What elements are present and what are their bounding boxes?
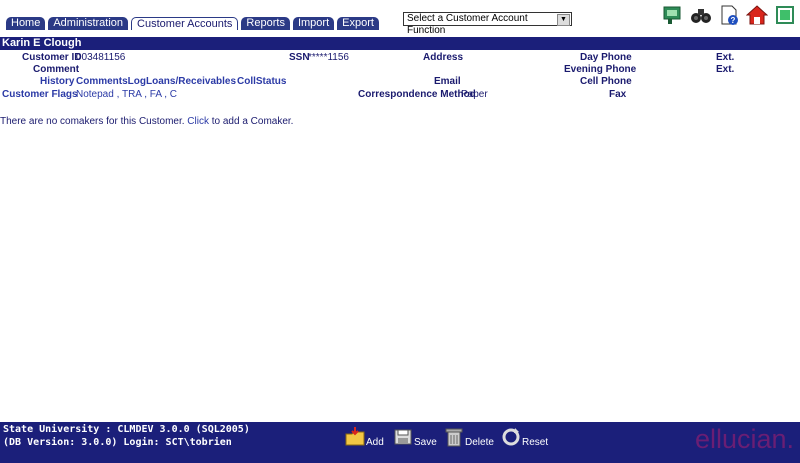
customer-id-value: 003481156 <box>76 52 126 63</box>
delete-button-label: Delete <box>465 437 494 448</box>
email-label: Email <box>434 76 461 87</box>
save-button-label: Save <box>414 437 437 448</box>
evening-ext-label: Ext. <box>716 64 735 75</box>
ssn-value: *****1156 <box>308 52 349 63</box>
day-phone-label: Day Phone <box>580 52 632 63</box>
ssn-label: SSN <box>289 52 310 63</box>
correspondence-method-value: Paper <box>461 89 488 100</box>
add-button[interactable]: Add <box>344 426 384 448</box>
system-info: State University : CLMDEV 3.0.0 (SQL2005… <box>3 423 250 449</box>
cell-phone-label: Cell Phone <box>580 76 632 87</box>
tab-home[interactable]: Home <box>6 17 46 30</box>
comments-log-link[interactable]: CommentsLog <box>76 76 146 87</box>
tab-administration[interactable]: Administration <box>48 17 129 30</box>
history-link[interactable]: History <box>40 76 74 87</box>
reset-icon <box>500 426 522 448</box>
address-label: Address <box>423 52 464 63</box>
loans-receivables-link[interactable]: Loans/Receivables <box>146 76 236 87</box>
customer-function-select-value: Select a Customer Account Function <box>407 13 528 36</box>
reset-button[interactable]: Reset <box>500 426 548 448</box>
system-info-line2: (DB Version: 3.0.0) Login: SCT\tobrien <box>3 437 232 448</box>
tab-strip: Home Administration Customer Accounts Re… <box>6 17 382 30</box>
toolbar-icons: ? <box>662 4 796 26</box>
folder-add-icon <box>344 426 366 448</box>
flag-fa-link[interactable]: FA <box>150 89 162 100</box>
customer-flags-link[interactable]: Customer Flags <box>2 89 78 100</box>
customer-flags-list: Notepad , TRA , FA , C <box>76 89 178 100</box>
tab-reports[interactable]: Reports <box>241 17 290 30</box>
directory-icon[interactable] <box>662 4 684 26</box>
exit-icon[interactable] <box>774 4 796 26</box>
binoculars-icon[interactable] <box>690 4 712 26</box>
reset-button-label: Reset <box>522 437 549 448</box>
save-icon <box>392 426 414 448</box>
flag-c-link[interactable]: C <box>170 89 177 100</box>
add-comaker-link[interactable]: Click <box>187 116 209 127</box>
customer-function-select[interactable]: Select a Customer Account Function ▼ <box>403 12 572 36</box>
coll-status-link[interactable]: CollStatus <box>237 76 286 87</box>
no-comakers-text: There are no comakers for this Customer. <box>0 116 188 127</box>
tab-import[interactable]: Import <box>292 17 335 30</box>
flag-tra-link[interactable]: TRA <box>122 89 141 100</box>
footer-bar: State University : CLMDEV 3.0.0 (SQL2005… <box>0 422 800 463</box>
customer-name-bar: Karin E Clough <box>0 37 800 50</box>
svg-text:?: ? <box>731 16 736 25</box>
ellucian-logo: ellucian. <box>694 424 794 454</box>
customer-id-label: Customer ID <box>22 52 82 63</box>
chevron-down-icon: ▼ <box>557 14 570 26</box>
customer-name: Karin E Clough <box>2 37 82 49</box>
evening-phone-label: Evening Phone <box>564 64 637 75</box>
tab-customer-accounts[interactable]: Customer Accounts <box>131 17 239 30</box>
top-navigation-bar: Home Administration Customer Accounts Re… <box>0 0 800 36</box>
home-icon[interactable] <box>746 4 768 26</box>
trash-icon <box>443 426 465 448</box>
help-document-icon[interactable]: ? <box>718 4 740 26</box>
ext-label: Ext. <box>716 52 735 63</box>
tab-export[interactable]: Export <box>337 17 379 30</box>
correspondence-method-label: Correspondence Method <box>358 89 476 100</box>
add-button-label: Add <box>366 437 384 448</box>
no-comakers-text-after: to add a Comaker. <box>208 116 294 127</box>
save-button[interactable]: Save <box>392 426 437 448</box>
flag-notepad-link[interactable]: Notepad <box>76 89 114 100</box>
no-comakers-message: There are no comakers for this Customer.… <box>0 116 293 127</box>
delete-button[interactable]: Delete <box>443 426 494 448</box>
comment-label: Comment <box>33 64 80 75</box>
system-info-line1: State University : CLMDEV 3.0.0 (SQL2005… <box>3 424 250 435</box>
fax-label: Fax <box>609 89 627 100</box>
